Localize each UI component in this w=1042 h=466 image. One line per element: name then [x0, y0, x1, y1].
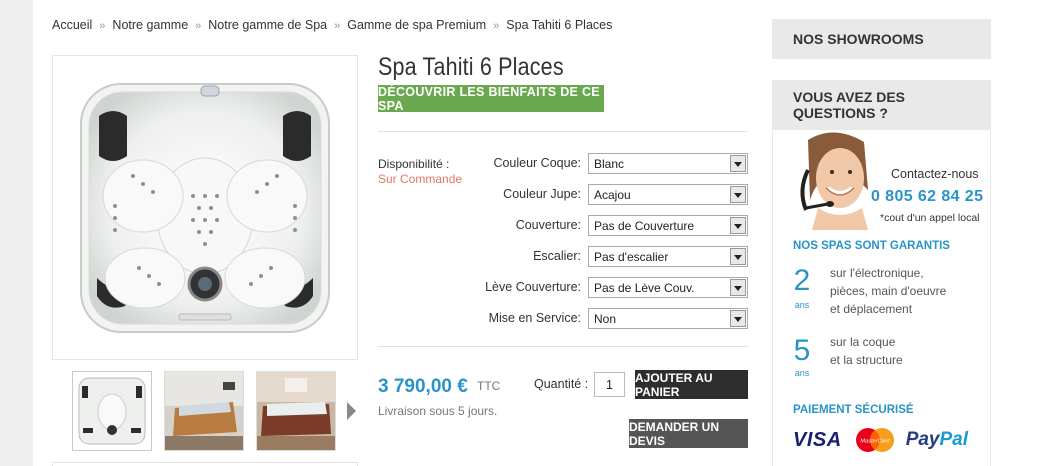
thumbnail-next-arrow-icon[interactable]: [347, 402, 356, 420]
select-value: Pas de Lève Couv.: [594, 281, 695, 295]
breadcrumb: Accueil » Notre gamme » Notre gamme de Spa » G…: [52, 18, 612, 32]
customer-service-woman-image: [788, 130, 880, 230]
contact-label: Contactez-nous: [891, 167, 979, 181]
thumbnail-3[interactable]: [256, 371, 336, 451]
option-label-leve-couverture: Lève Couverture:: [485, 280, 581, 294]
option-label-mise-en-service: Mise en Service:: [488, 311, 581, 325]
dropdown-arrow-icon[interactable]: [730, 279, 746, 296]
divider: [378, 346, 748, 347]
payment-title: PAIEMENT SÉCURISÉ: [793, 404, 914, 416]
dropdown-arrow-icon[interactable]: [730, 155, 746, 172]
quantity-label: Quantité :: [534, 377, 589, 391]
guarantee-unit: ans: [794, 368, 810, 378]
breadcrumb-separator: »: [334, 20, 341, 32]
thumbnail-1[interactable]: [72, 371, 152, 451]
option-label-couleur-coque: Couleur Coque:: [493, 156, 581, 170]
guarantee-title: NOS SPAS SONT GARANTIS: [793, 240, 950, 252]
phone-note: *cout d'un appel local: [880, 212, 980, 224]
select-value: Pas d'escalier: [594, 250, 669, 264]
breadcrumb-home[interactable]: Accueil: [52, 18, 92, 32]
breadcrumb-separator: »: [493, 20, 500, 32]
guarantee-years: 2: [793, 264, 811, 297]
product-title: Spa Tahiti 6 Places: [378, 53, 564, 81]
select-value: Blanc: [594, 157, 625, 171]
select-escalier[interactable]: Pas d'escalier: [588, 246, 748, 267]
paypal-logo-icon: PayPal: [906, 429, 968, 451]
dropdown-arrow-icon[interactable]: [730, 310, 746, 327]
thumbnail-2[interactable]: [164, 371, 244, 451]
payment-logos: VISA MasterCard PayPal: [793, 426, 968, 454]
guarantee-line: et la structure: [830, 353, 903, 367]
select-couleur-jupe[interactable]: Acajou: [588, 184, 748, 205]
mastercard-text: MasterCard: [860, 439, 890, 445]
breadcrumb-current: Spa Tahiti 6 Places: [506, 18, 613, 32]
breadcrumb-separator: »: [195, 20, 202, 32]
showrooms-title: NOS SHOWROOMS: [793, 31, 924, 47]
phone-number[interactable]: 0 805 62 84 25: [871, 188, 983, 206]
select-leve-couverture[interactable]: Pas de Lève Couv.: [588, 277, 748, 298]
visa-logo-icon: VISA: [793, 428, 842, 451]
breadcrumb-separator: »: [99, 20, 106, 32]
paypal-logo-text-b: Pal: [939, 429, 969, 450]
select-couleur-coque[interactable]: Blanc: [588, 153, 748, 174]
dropdown-arrow-icon[interactable]: [730, 186, 746, 203]
request-quote-button[interactable]: DEMANDER UN DEVIS: [629, 419, 748, 448]
option-label-couverture: Couverture:: [515, 218, 581, 232]
dropdown-arrow-icon[interactable]: [730, 217, 746, 234]
discover-benefits-button[interactable]: DÉCOUVRIR LES BIENFAITS DE CE SPA: [378, 85, 604, 113]
add-to-cart-button[interactable]: AJOUTER AU PANIER: [635, 370, 748, 399]
delivery-info: Livraison sous 5 jours.: [378, 404, 498, 418]
thumbnail-spa-wood-image: [165, 372, 243, 450]
select-mise-en-service[interactable]: Non: [588, 308, 748, 329]
option-label-escalier: Escalier:: [533, 249, 581, 263]
questions-title: VOUS AVEZ DES QUESTIONS ?: [793, 89, 906, 121]
dropdown-arrow-icon[interactable]: [730, 248, 746, 265]
select-value: Acajou: [594, 188, 631, 202]
mastercard-logo-icon: MasterCard: [855, 428, 894, 452]
quantity-input[interactable]: 1: [594, 372, 625, 397]
guarantee-line: pièces, main d'oeuvre: [830, 284, 947, 298]
option-label-couleur-jupe: Couleur Jupe:: [503, 187, 581, 201]
select-value: Non: [594, 312, 617, 326]
product-main-image[interactable]: [52, 55, 358, 360]
spa-top-view-image: [80, 83, 330, 333]
questions-header: VOUS AVEZ DES QUESTIONS ?: [772, 80, 991, 130]
guarantee-text: sur la coque et la structure: [830, 333, 903, 369]
thumbnail-spa-top-image: [73, 372, 151, 450]
availability-value: Sur Commande: [378, 172, 463, 186]
breadcrumb-notre-gamme[interactable]: Notre gamme: [112, 18, 188, 32]
guarantee-line: sur l'électronique,: [830, 266, 924, 280]
product-price: 3 790,00 €: [378, 376, 468, 397]
guarantee-years: 5: [793, 334, 811, 367]
price-suffix: TTC: [477, 379, 501, 393]
select-value: Pas de Couverture: [594, 219, 695, 233]
select-couverture[interactable]: Pas de Couverture: [588, 215, 748, 236]
availability-label: Disponibilité :: [378, 157, 450, 171]
guarantee-unit: ans: [794, 300, 810, 310]
guarantee-line: et déplacement: [830, 302, 913, 316]
guarantee-line: sur la coque: [830, 335, 896, 349]
product-extra-box: [52, 462, 358, 466]
breadcrumb-gamme-spa[interactable]: Notre gamme de Spa: [208, 18, 327, 32]
breadcrumb-gamme-premium[interactable]: Gamme de spa Premium: [347, 18, 486, 32]
thumbnail-spa-room-image: [257, 372, 335, 450]
divider: [378, 131, 748, 132]
paypal-logo-text-a: Pay: [905, 429, 940, 450]
guarantee-text: sur l'électronique, pièces, main d'oeuvr…: [830, 264, 946, 318]
showrooms-header[interactable]: NOS SHOWROOMS: [772, 19, 991, 59]
